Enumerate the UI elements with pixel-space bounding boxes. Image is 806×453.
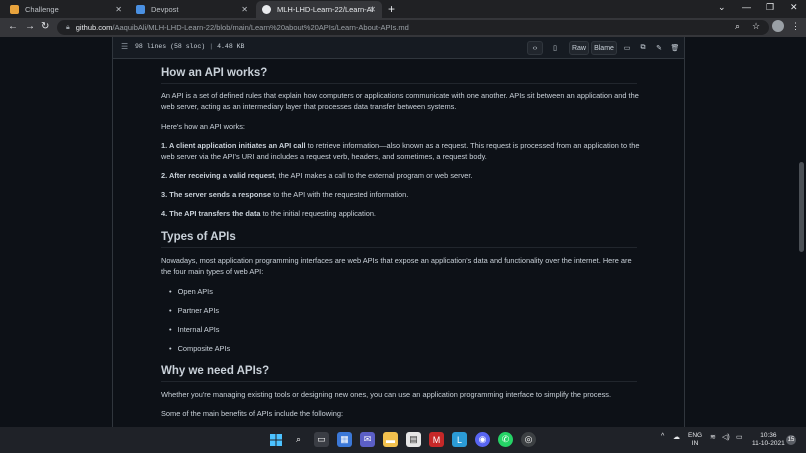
file-explorer-icon[interactable]: ▬ [383,432,398,447]
outline-list-icon[interactable]: ☰ [121,42,128,51]
bookmark-star-icon[interactable]: ☆ [752,21,760,32]
close-icon[interactable]: ✕ [241,5,248,14]
address-bar[interactable]: 🔒︎ github.com/AaquibAli/MLH-LHD-Learn-22… [57,20,769,35]
why-paragraph: Whether you're managing existing tools o… [161,390,612,399]
scrollbar-thumb[interactable] [799,162,804,252]
whatsapp-icon[interactable]: ✆ [498,432,513,447]
tab-devpost[interactable]: Devpost ✕ [130,1,254,18]
windows-start-icon[interactable] [268,432,283,447]
chrome-icon[interactable]: ◎ [521,432,536,447]
github-favicon-icon [262,5,271,14]
url-path: /AaquibAli/MLH-LHD-Learn-22/blob/main/Le… [112,23,409,32]
types-paragraph: Nowadays, most application programming i… [161,256,632,276]
step-2-paragraph: 2. After receiving a valid request, the … [161,170,641,181]
file-info: 98 lines (58 sloc) | 4.48 KB [135,43,245,50]
restore-icon[interactable]: ❐ [766,2,774,13]
system-clock[interactable]: 10:36 11-10-2021 [752,432,785,448]
task-view-icon[interactable]: ▭ [314,432,329,447]
chevron-down-icon[interactable]: ⌄ [718,2,726,13]
file-size: 4.48 KB [217,43,245,50]
step-1-paragraph: 1. A client application initiates an API… [161,140,641,162]
search-icon[interactable]: ⌕ [291,432,306,447]
tab-title: Challenge [25,5,59,14]
step-2-bold: 2. After receiving a valid request [161,171,275,180]
l-app-icon[interactable]: L [452,432,467,447]
store-icon[interactable]: ▤ [406,432,421,447]
language-indicator[interactable]: ENG IN [688,432,702,448]
discord-icon[interactable]: ◉ [475,432,490,447]
language-code: ENG [688,432,703,439]
zoom-icon[interactable]: ⌕ [735,21,740,32]
step-2-text: , the API makes a call to the external p… [274,171,473,180]
region-code: IN [691,440,699,447]
tab-challenge[interactable]: Challenge ✕ [4,1,128,18]
step-4-text: to the initial requesting application. [260,209,376,218]
step-4-paragraph: 4. The API transfers the data to the ini… [161,208,641,219]
close-icon[interactable]: ✕ [369,5,376,14]
reload-icon[interactable]: ↻ [41,21,49,32]
file-header: ☰ 98 lines (58 sloc) | 4.48 KB ‹› ▯ Raw Bl… [113,37,684,59]
battery-icon[interactable]: ▭ [736,433,743,441]
volume-icon[interactable]: ◁) [722,433,730,441]
profile-avatar[interactable] [772,20,784,32]
teams-chat-icon[interactable]: ✉ [360,432,375,447]
devpost-favicon-icon [136,5,145,14]
widgets-icon[interactable]: ▦ [337,432,352,447]
copy-icon[interactable]: ⧉ [637,41,649,55]
blame-button[interactable]: Blame [591,41,617,55]
menu-icon[interactable]: ⋮ [791,21,800,32]
heading-why-we-need-apis: Why we need APIs? [161,365,637,382]
new-tab-button[interactable]: + [388,2,395,16]
browser-toolbar: ← → ↻ 🔒︎ github.com/AaquibAli/MLH-LHD-Le… [0,18,806,37]
desktop-icon[interactable]: ▭ [621,41,633,55]
cloud-icon[interactable]: ☁ [673,433,680,441]
tab-title: MLH-LHD-Learn-22/Learn-About [277,5,373,14]
heres-paragraph: Here's how an API works: [161,122,245,131]
wifi-icon[interactable]: ≋ [710,433,716,441]
step-1-bold: 1. A client application initiates an API… [161,141,306,150]
close-icon[interactable]: ✕ [115,5,122,14]
notification-badge[interactable]: 15 [786,435,796,445]
code-view-icon[interactable]: ‹› [527,41,543,55]
intro-paragraph: An API is a set of defined rules that ex… [161,91,639,111]
forward-icon[interactable]: → [25,21,35,32]
windows-taskbar: ⌕ ▭ ▦ ✉ ▬ ▤ M L ◉ ✆ ◎ ^ ☁ ENG IN ≋ ◁) ▭ … [0,427,806,453]
tab-title: Devpost [151,5,179,14]
file-view: ☰ 98 lines (58 sloc) | 4.48 KB ‹› ▯ Raw Bl… [112,37,685,427]
window-close-icon[interactable]: ✕ [790,2,798,13]
heading-how-api-works: How an API works? [161,67,637,84]
list-item: Composite APIs [169,344,231,353]
mcafee-icon[interactable]: M [429,432,444,447]
url-host: github.com [75,23,113,32]
step-4-bold: 4. The API transfers the data [161,209,261,218]
raw-button[interactable]: Raw [569,41,589,55]
minimize-icon[interactable]: — [742,2,751,12]
edit-pencil-icon[interactable]: ✎ [653,41,665,55]
clock-date: 11-10-2021 [752,440,785,447]
step-3-text: to the API with the requested informatio… [271,190,409,199]
list-item: Open APIs [169,287,213,296]
delete-trash-icon[interactable]: 🗑︎ [669,41,681,55]
file-lines: 98 lines (58 sloc) [135,43,206,50]
browser-tab-strip: Challenge ✕ Devpost ✕ MLH-LHD-Learn-22/L… [0,0,806,18]
benefits-paragraph: Some of the main benefits of APIs includ… [161,409,343,418]
lock-icon[interactable]: 🔒︎ [66,24,70,32]
challenge-favicon-icon [10,5,19,14]
chevron-up-icon[interactable]: ^ [661,433,664,440]
list-item: Internal APIs [169,325,220,334]
tab-github[interactable]: MLH-LHD-Learn-22/Learn-About ✕ [256,1,382,18]
list-item: Partner APIs [169,306,220,315]
step-3-paragraph: 3. The server sends a response to the AP… [161,189,641,200]
file-preview-icon[interactable]: ▯ [549,41,561,55]
page-viewport: ☰ 98 lines (58 sloc) | 4.48 KB ‹› ▯ Raw Bl… [0,37,806,427]
clock-time: 10:36 [760,432,777,439]
vertical-scrollbar[interactable] [797,37,806,427]
step-3-bold: 3. The server sends a response [161,190,272,199]
heading-types-of-apis: Types of APIs [161,231,637,248]
back-icon[interactable]: ← [8,21,18,32]
